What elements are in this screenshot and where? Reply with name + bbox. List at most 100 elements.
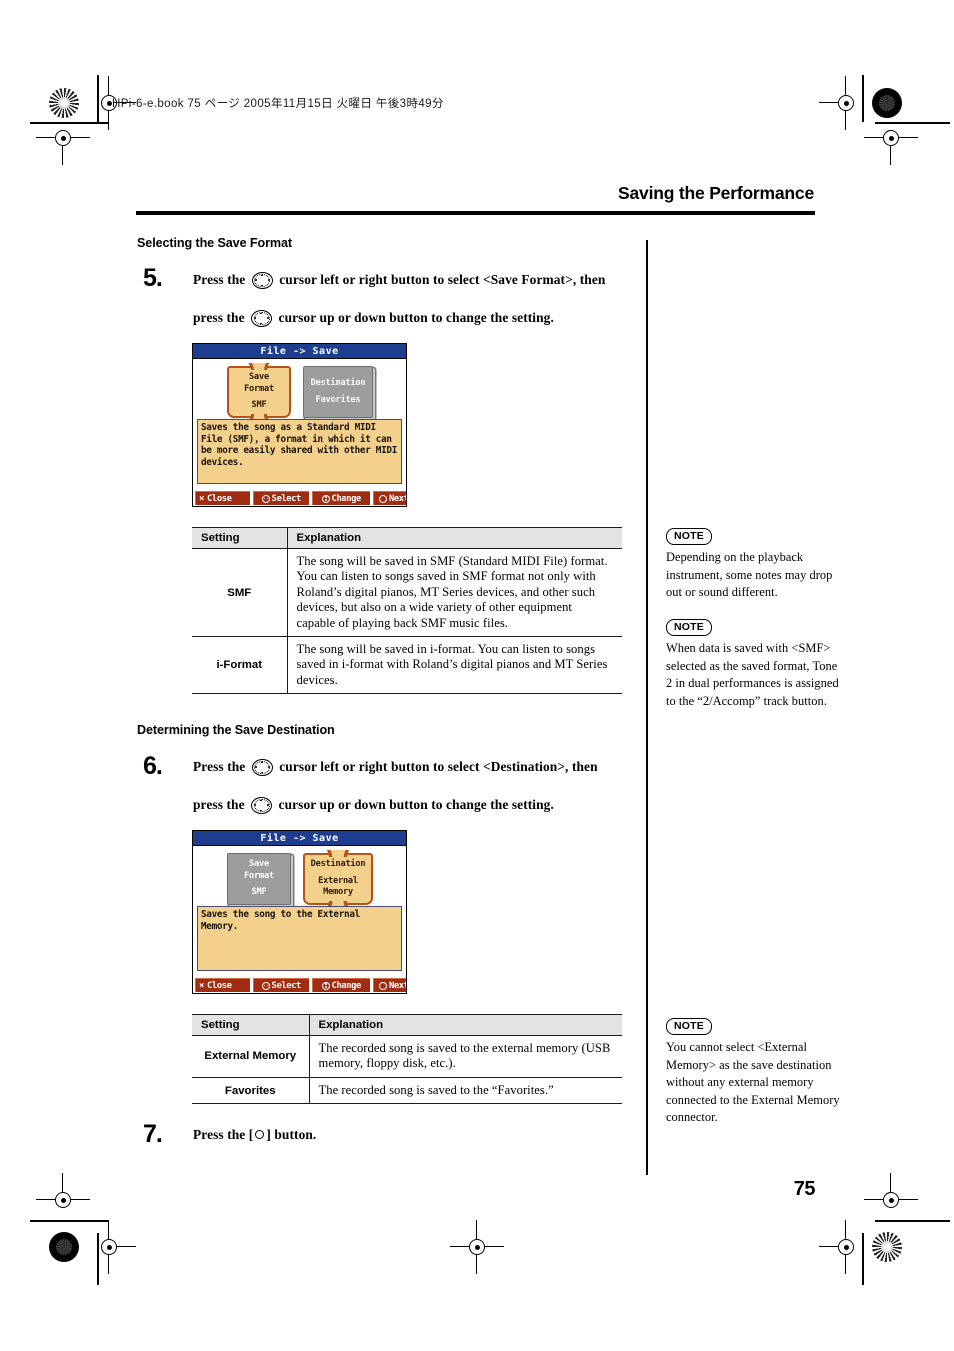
lcd-book-save-format-selected[interactable]: Save Format SMF xyxy=(227,363,291,422)
close-x-icon: × xyxy=(199,980,205,991)
registration-cross-icon xyxy=(864,123,918,165)
table-header-setting: Setting xyxy=(192,527,287,549)
crop-line xyxy=(30,1220,108,1222)
registration-cross-icon xyxy=(819,76,861,130)
lcd-titlebar: File -> Save xyxy=(193,831,406,846)
lcd-softkey-bar: × Close Select Change Next xyxy=(193,490,406,506)
table-cell-setting: SMF xyxy=(192,547,287,638)
table-row: SMF The song will be saved in SMF (Stand… xyxy=(192,547,622,638)
registration-cross-icon xyxy=(94,1220,136,1274)
table-header-row: Setting Explanation xyxy=(192,1014,622,1036)
cursor-pad-icon xyxy=(251,797,273,814)
note-external-memory: NOTE You cannot select <External Memory>… xyxy=(666,1016,846,1127)
lcd-screenshot-save-destination: File -> Save Save Format SMF Destination… xyxy=(192,830,407,994)
softkey-label: Close xyxy=(207,493,232,504)
table-save-destination: Setting Explanation External Memory The … xyxy=(192,1014,622,1105)
lcd-book-destination-unselected[interactable]: Destination Favorites xyxy=(303,366,373,418)
softkey-close[interactable]: × Close xyxy=(195,978,250,992)
book-line-3: Memory xyxy=(323,887,353,898)
step-7-line: Press the [] button. xyxy=(193,1127,316,1143)
table-cell-explanation: The recorded song is saved to the extern… xyxy=(308,1035,622,1078)
lcd-description-text: Saves the song to the External Memory. xyxy=(197,906,402,971)
step-number-5: 5. xyxy=(143,264,163,292)
lcd-body: Save Format SMF Destination External Mem… xyxy=(193,846,406,975)
book-line-1: Destination xyxy=(310,378,366,388)
softkey-change[interactable]: Change xyxy=(312,491,370,505)
softkey-change[interactable]: Change xyxy=(312,978,370,992)
section-heading-save-destination: Determining the Save Destination xyxy=(137,723,335,737)
step-5-text-a: Press the xyxy=(193,272,246,287)
round-button-icon xyxy=(379,981,388,990)
step-6-text-d: cursor up or down button to change the s… xyxy=(278,797,554,812)
step-5-text-c: press the xyxy=(193,310,245,325)
softkey-next[interactable]: Next xyxy=(373,491,406,505)
cursor-updown-icon xyxy=(322,981,331,990)
softkey-label: Change xyxy=(331,980,362,991)
lcd-titlebar: File -> Save xyxy=(193,344,406,359)
book-line-2: External xyxy=(318,875,358,886)
table-row: Favorites The recorded song is saved to … xyxy=(192,1076,622,1105)
table-cell-setting: External Memory xyxy=(192,1035,309,1078)
table-cell-explanation: The song will be saved in i-format. You … xyxy=(286,636,622,695)
table-row: External Memory The recorded song is sav… xyxy=(192,1035,622,1078)
softkey-label: Select xyxy=(271,493,302,504)
lcd-description-text: Saves the song as a Standard MIDI File (… xyxy=(197,419,402,484)
step-5-line-1: Press the cursor left or right button to… xyxy=(193,272,605,289)
step-5-text-b: cursor left or right button to select <S… xyxy=(279,272,606,287)
book-line-1: Save xyxy=(249,859,269,870)
registration-cross-icon xyxy=(819,1220,861,1274)
softkey-next[interactable]: Next xyxy=(373,978,407,992)
registration-cross-icon xyxy=(36,1173,90,1215)
table-cell-setting: Favorites xyxy=(192,1076,309,1105)
book-line-2: Format xyxy=(244,383,274,394)
crop-line xyxy=(862,1233,864,1285)
table-row: i-Format The song will be saved in i-for… xyxy=(192,636,622,695)
cursor-leftright-icon xyxy=(262,494,271,503)
table-cell-explanation: The song will be saved in SMF (Standard … xyxy=(286,547,622,638)
close-x-icon: × xyxy=(199,493,205,504)
lcd-book-destination-selected[interactable]: Destination External Memory xyxy=(303,850,373,909)
registration-dot-icon xyxy=(49,88,79,118)
book-line-1: Destination xyxy=(310,859,366,870)
step-5-line-2: press the cursor up or down button to ch… xyxy=(193,310,554,327)
softkey-label: Close xyxy=(207,980,232,991)
lcd-book-save-format-unselected[interactable]: Save Format SMF xyxy=(227,853,291,905)
book-line-2: Format xyxy=(244,870,274,881)
round-button-icon xyxy=(255,1130,265,1139)
lcd-body: Save Format SMF Destination Favorites Sa… xyxy=(193,359,406,488)
softkey-label: Next xyxy=(388,980,407,991)
page-number: 75 xyxy=(793,1178,816,1200)
step-number-7: 7. xyxy=(143,1120,163,1148)
step-7-text-a: Press the [ xyxy=(193,1127,254,1142)
lcd-softkey-bar: × Close Select Change Next xyxy=(193,977,406,993)
cursor-leftright-icon xyxy=(262,981,271,990)
table-save-format: Setting Explanation SMF The song will be… xyxy=(192,527,622,695)
step-number-6: 6. xyxy=(143,752,163,780)
table-cell-setting: i-Format xyxy=(192,636,287,695)
registration-cross-icon xyxy=(450,1220,504,1274)
note-badge: NOTE xyxy=(666,1018,712,1035)
step-6-line-2: press the cursor up or down button to ch… xyxy=(193,797,554,814)
note-badge: NOTE xyxy=(666,619,712,636)
step-6-text-a: Press the xyxy=(193,759,246,774)
softkey-select[interactable]: Select xyxy=(253,978,309,992)
table-header-explanation: Explanation xyxy=(286,527,622,549)
cursor-updown-icon xyxy=(322,494,331,503)
table-header-setting: Setting xyxy=(192,1014,309,1036)
crop-line xyxy=(875,1220,950,1222)
softkey-close[interactable]: × Close xyxy=(195,491,250,505)
softkey-label: Select xyxy=(271,980,302,991)
section-heading-save-format: Selecting the Save Format xyxy=(137,236,292,250)
note-text: When data is saved with <SMF> selected a… xyxy=(666,641,839,708)
cursor-pad-icon xyxy=(251,759,273,776)
title-divider xyxy=(136,211,815,215)
softkey-select[interactable]: Select xyxy=(253,491,309,505)
table-header-row: Setting Explanation xyxy=(192,527,622,549)
step-6-text-c: press the xyxy=(193,797,245,812)
lcd-book-row: Save Format SMF Destination Favorites xyxy=(193,359,406,422)
registration-dot-icon xyxy=(872,88,902,118)
note-playback-instrument: NOTE Depending on the playback instrumen… xyxy=(666,526,846,602)
book-line-3: SMF xyxy=(251,400,267,411)
book-line-2: Favorites xyxy=(315,394,361,405)
note-text: You cannot select <External Memory> as t… xyxy=(666,1040,840,1124)
